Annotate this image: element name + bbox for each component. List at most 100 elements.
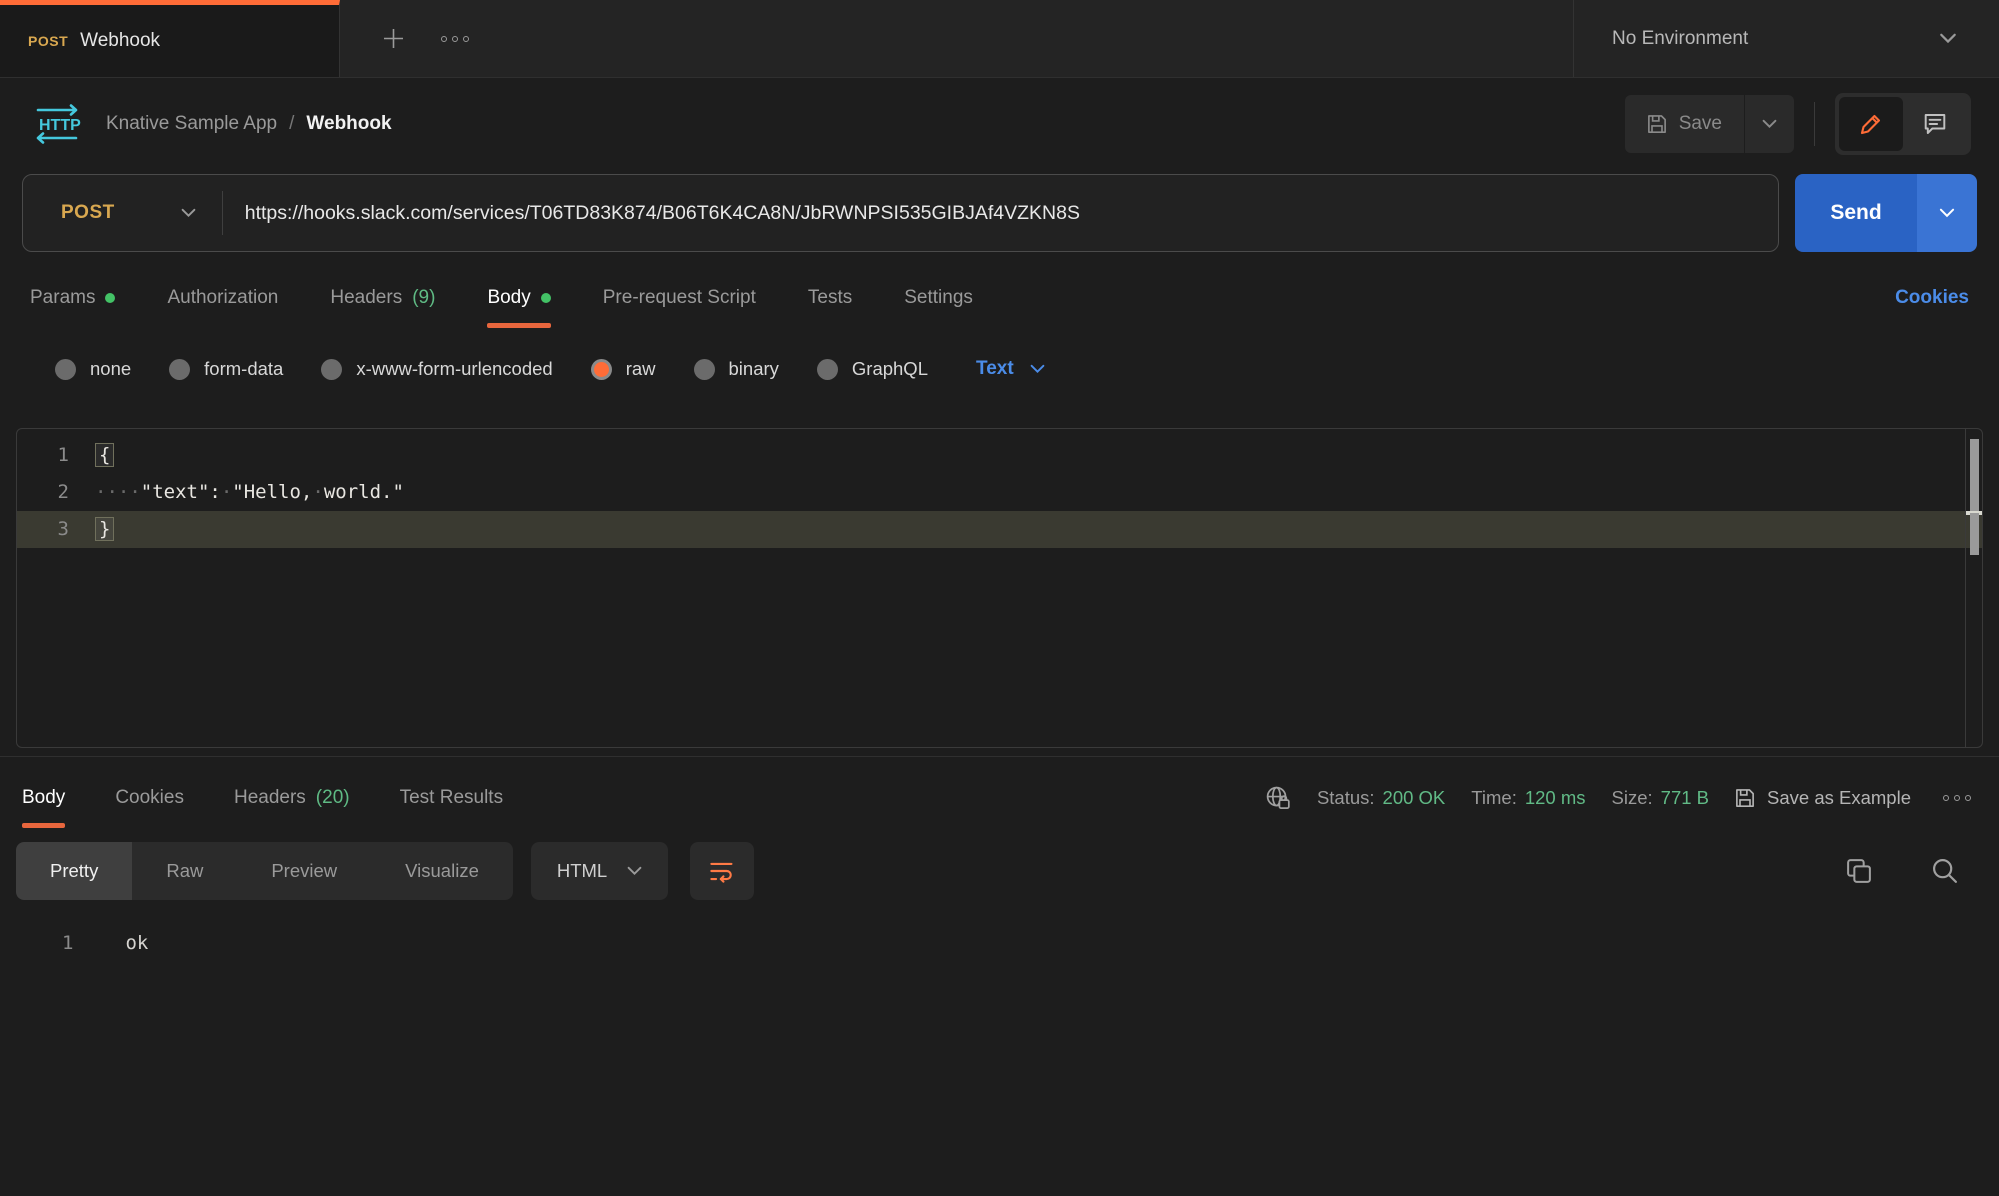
tab-body[interactable]: Body bbox=[487, 268, 550, 328]
chevron-down-icon bbox=[1030, 364, 1045, 374]
breadcrumb-request-name[interactable]: Webhook bbox=[306, 113, 391, 135]
response-view-switcher: Pretty Raw Preview Visualize bbox=[16, 842, 513, 900]
raw-language-selector[interactable]: Text bbox=[976, 358, 1045, 380]
request-tabs: Params Authorization Headers (9) Body Pr… bbox=[0, 258, 1999, 328]
size-badge[interactable]: Size: 771 B bbox=[1612, 787, 1710, 809]
request-header: HTTP Knative Sample App / Webhook Save bbox=[0, 78, 1999, 170]
status-badge[interactable]: Status: 200 OK bbox=[1317, 787, 1445, 809]
tab-settings[interactable]: Settings bbox=[904, 268, 973, 328]
tab-label: Body bbox=[487, 287, 530, 309]
search-response-button[interactable] bbox=[1931, 857, 1959, 885]
comments-button[interactable] bbox=[1903, 97, 1967, 151]
save-button[interactable]: Save bbox=[1625, 95, 1744, 153]
response-options-button[interactable] bbox=[1943, 795, 1971, 801]
tab-options-button[interactable] bbox=[441, 36, 469, 42]
line-number: 3 bbox=[17, 511, 95, 548]
response-tab-test-results[interactable]: Test Results bbox=[400, 768, 503, 828]
tab-authorization[interactable]: Authorization bbox=[167, 268, 278, 328]
scrollbar-thumb[interactable] bbox=[1970, 513, 1979, 555]
pencil-icon bbox=[1859, 112, 1883, 136]
editor-scrollbar[interactable] bbox=[1965, 429, 1982, 747]
breadcrumb-collection[interactable]: Knative Sample App bbox=[106, 113, 277, 135]
new-tab-button[interactable] bbox=[380, 25, 407, 52]
body-mode-x-www-form-urlencoded[interactable]: x-www-form-urlencoded bbox=[321, 358, 552, 380]
wrap-text-icon bbox=[709, 859, 735, 883]
radio-icon bbox=[55, 359, 76, 380]
radio-label: form-data bbox=[204, 358, 283, 380]
chevron-down-icon bbox=[1939, 208, 1955, 218]
radio-icon bbox=[321, 359, 342, 380]
tab-pre-request-script[interactable]: Pre-request Script bbox=[603, 268, 756, 328]
body-mode-graphql[interactable]: GraphQL bbox=[817, 358, 928, 380]
edit-comment-toggle bbox=[1835, 93, 1971, 155]
close-brace: } bbox=[95, 517, 114, 541]
tab-tests[interactable]: Tests bbox=[808, 268, 852, 328]
time-badge[interactable]: Time: 120 ms bbox=[1471, 787, 1585, 809]
wrap-text-button[interactable] bbox=[690, 842, 754, 900]
url-input[interactable] bbox=[223, 202, 1778, 225]
view-raw-button[interactable]: Raw bbox=[132, 842, 237, 900]
tab-headers[interactable]: Headers (9) bbox=[330, 268, 435, 328]
line-number: 2 bbox=[17, 474, 95, 511]
save-as-example-label: Save as Example bbox=[1767, 787, 1911, 809]
more-icon bbox=[1943, 795, 1971, 801]
radio-label: none bbox=[90, 358, 131, 380]
response-toolbar: Pretty Raw Preview Visualize HTML bbox=[16, 842, 1959, 900]
language-label: Text bbox=[976, 358, 1014, 380]
divider bbox=[1814, 102, 1815, 146]
more-icon bbox=[441, 36, 469, 42]
save-button-label: Save bbox=[1679, 113, 1722, 135]
editor-line-3-active: 3 } bbox=[17, 511, 1982, 548]
response-format-selector[interactable]: HTML bbox=[531, 842, 668, 900]
request-body-editor[interactable]: 1 { 2 ····"text":·"Hello,·world." 3 } bbox=[16, 428, 1983, 748]
response-tab-cookies[interactable]: Cookies bbox=[115, 768, 184, 828]
radio-selected-icon bbox=[591, 359, 612, 380]
send-options-button[interactable] bbox=[1917, 174, 1977, 252]
response-body-viewer[interactable]: 1 ok bbox=[0, 926, 1999, 960]
body-mode-binary[interactable]: binary bbox=[694, 358, 779, 380]
request-tab-webhook[interactable]: POST Webhook bbox=[0, 0, 340, 77]
radio-label: raw bbox=[626, 358, 656, 380]
tab-label: Params bbox=[30, 287, 95, 309]
radio-label: GraphQL bbox=[852, 358, 928, 380]
view-pretty-button[interactable]: Pretty bbox=[16, 842, 132, 900]
response-tab-body[interactable]: Body bbox=[22, 768, 65, 828]
view-visualize-button[interactable]: Visualize bbox=[371, 842, 513, 900]
method-selector[interactable]: POST bbox=[23, 202, 222, 224]
cookies-link[interactable]: Cookies bbox=[1895, 287, 1969, 309]
tab-label: Settings bbox=[904, 287, 973, 309]
response-meta: Status: 200 OK Time: 120 ms Size: 771 B … bbox=[1265, 785, 1971, 811]
tab-label: Pre-request Script bbox=[603, 287, 756, 309]
request-url-row: POST Send bbox=[0, 170, 1999, 258]
save-as-example-button[interactable]: Save as Example bbox=[1735, 787, 1911, 809]
send-button[interactable]: Send bbox=[1795, 174, 1917, 252]
tab-label: Headers bbox=[330, 287, 402, 309]
radio-icon bbox=[169, 359, 190, 380]
tab-title: Webhook bbox=[80, 30, 160, 52]
tab-label: Tests bbox=[808, 287, 852, 309]
response-tab-headers[interactable]: Headers (20) bbox=[234, 768, 350, 828]
line-number: 1 bbox=[17, 437, 95, 474]
response-text: ok bbox=[125, 926, 148, 960]
edit-request-button[interactable] bbox=[1839, 97, 1903, 151]
response-header: Body Cookies Headers (20) Test Results S… bbox=[0, 756, 1999, 832]
send-button-group: Send bbox=[1795, 174, 1977, 258]
body-mode-raw[interactable]: raw bbox=[591, 358, 656, 380]
body-mode-row: none form-data x-www-form-urlencoded raw… bbox=[0, 336, 1999, 402]
open-brace: { bbox=[95, 443, 114, 467]
body-mode-none[interactable]: none bbox=[55, 358, 131, 380]
editor-line-1: 1 { bbox=[17, 437, 1982, 474]
headers-count: (20) bbox=[316, 787, 350, 809]
http-protocol-icon: HTTP bbox=[30, 102, 84, 146]
format-label: HTML bbox=[557, 860, 607, 882]
environment-selector[interactable]: No Environment bbox=[1573, 0, 1999, 77]
tab-label: Body bbox=[22, 787, 65, 809]
chevron-down-icon bbox=[181, 208, 196, 218]
plus-icon bbox=[380, 25, 407, 52]
body-mode-form-data[interactable]: form-data bbox=[169, 358, 283, 380]
view-preview-button[interactable]: Preview bbox=[237, 842, 371, 900]
save-options-button[interactable] bbox=[1744, 95, 1794, 153]
tab-params[interactable]: Params bbox=[30, 268, 115, 328]
floppy-disk-icon bbox=[1647, 114, 1667, 134]
copy-response-button[interactable] bbox=[1845, 857, 1873, 885]
